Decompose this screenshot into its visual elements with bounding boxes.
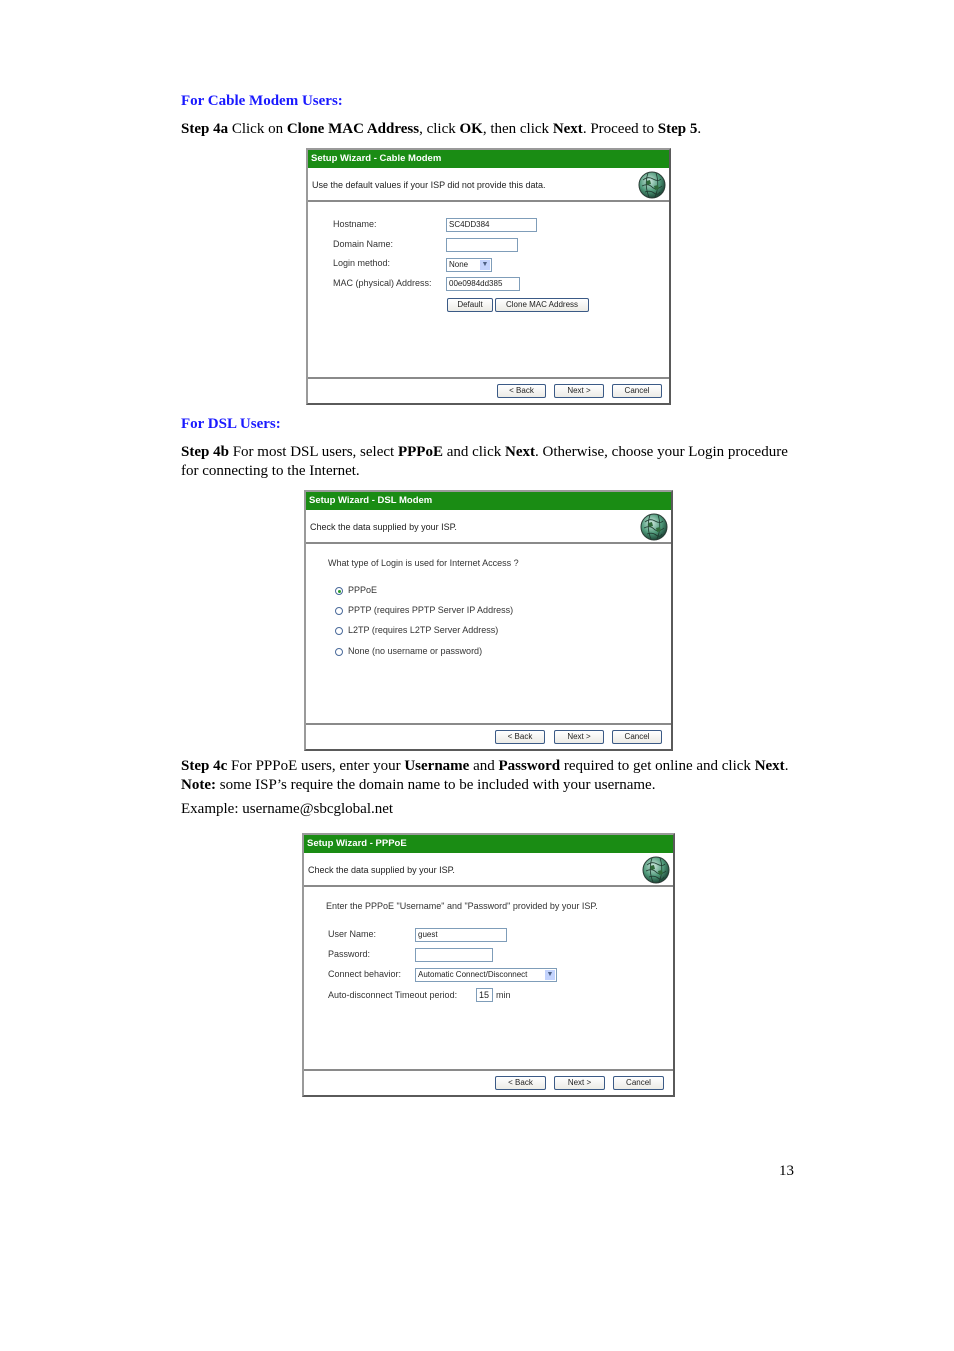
wizard-footer: < Back Next > Cancel <box>308 377 669 403</box>
cancel-button[interactable]: Cancel <box>612 384 662 398</box>
timeout-input[interactable]: 15 <box>476 988 493 1002</box>
connect-behavior-select[interactable]: Automatic Connect/Disconnect ▼ <box>415 968 557 982</box>
step-4b-text: Step 4b For most DSL users, select PPPoE… <box>181 444 788 479</box>
wizard-title: Setup Wizard - Cable Modem <box>308 150 669 168</box>
login-type-question: What type of Login is used for Internet … <box>328 558 519 568</box>
pptp-radio[interactable] <box>335 607 343 615</box>
login-method-select[interactable]: None ▼ <box>446 258 492 272</box>
username-label: User Name: <box>328 929 377 939</box>
password-input[interactable] <box>415 948 493 962</box>
domain-name-input[interactable] <box>446 238 518 252</box>
next-button[interactable]: Next > <box>554 384 604 398</box>
connect-behavior-label: Connect behavior: <box>328 969 402 979</box>
hostname-label: Hostname: <box>333 219 377 229</box>
chevron-down-icon: ▼ <box>480 260 490 270</box>
chevron-down-icon: ▼ <box>545 970 555 980</box>
wizard-title: Setup Wizard - DSL Modem <box>306 492 671 510</box>
timeout-label: Auto-disconnect Timeout period: <box>328 990 458 1000</box>
page-number: 13 <box>779 1163 794 1179</box>
none-radio[interactable] <box>335 648 343 656</box>
back-button[interactable]: < Back <box>495 730 545 744</box>
cable-modem-wizard: Setup Wizard - Cable Modem Use the defau… <box>306 148 671 405</box>
next-button[interactable]: Next > <box>554 730 604 744</box>
pppoe-label: PPPoE <box>348 585 378 595</box>
none-label: None (no username or password) <box>348 646 483 656</box>
clone-mac-address-button[interactable]: Clone MAC Address <box>495 298 589 312</box>
pppoe-instruction: Enter the PPPoE "Username" and "Password… <box>326 901 598 911</box>
default-button[interactable]: Default <box>447 298 493 312</box>
pppoe-wizard: Setup Wizard - PPPoE Check the data supp… <box>302 833 675 1097</box>
globe-icon <box>640 513 668 541</box>
username-input[interactable]: guest <box>415 928 507 942</box>
password-label: Password: <box>328 949 371 959</box>
domain-name-label: Domain Name: <box>333 239 394 249</box>
wizard-title: Setup Wizard - PPPoE <box>304 835 673 853</box>
wizard-subtitle: Check the data supplied by your ISP. <box>306 510 671 544</box>
wizard-subtitle: Check the data supplied by your ISP. <box>304 853 673 887</box>
mac-address-label: MAC (physical) Address: <box>333 278 432 288</box>
wizard-footer: < Back Next > Cancel <box>306 723 671 749</box>
pptp-label: PPTP (requires PPTP Server IP Address) <box>348 605 514 615</box>
step-4c-text: Step 4c For PPPoE users, enter your User… <box>181 758 789 793</box>
dsl-users-heading: For DSL Users: <box>181 416 281 432</box>
cancel-button[interactable]: Cancel <box>612 730 662 744</box>
globe-icon <box>642 856 670 884</box>
l2tp-label: L2TP (requires L2TP Server Address) <box>348 625 499 635</box>
cancel-button[interactable]: Cancel <box>613 1076 664 1090</box>
globe-icon <box>638 171 666 199</box>
login-method-label: Login method: <box>333 258 391 268</box>
hostname-input[interactable]: SC4DD384 <box>446 218 537 232</box>
next-button[interactable]: Next > <box>554 1076 605 1090</box>
back-button[interactable]: < Back <box>497 384 546 398</box>
step-4a-text: Step 4a Click on Clone MAC Address, clic… <box>181 121 702 137</box>
mac-address-input[interactable]: 00e0984dd385 <box>446 277 520 291</box>
dsl-modem-wizard: Setup Wizard - DSL Modem Check the data … <box>304 490 673 751</box>
l2tp-radio[interactable] <box>335 627 343 635</box>
pppoe-radio[interactable] <box>335 587 343 595</box>
wizard-footer: < Back Next > Cancel <box>304 1069 673 1095</box>
cable-modem-heading: For Cable Modem Users: <box>181 93 343 109</box>
timeout-unit: min <box>496 990 511 1000</box>
example-text: Example: username@sbcglobal.net <box>181 801 394 817</box>
back-button[interactable]: < Back <box>495 1076 546 1090</box>
wizard-subtitle: Use the default values if your ISP did n… <box>308 168 669 202</box>
